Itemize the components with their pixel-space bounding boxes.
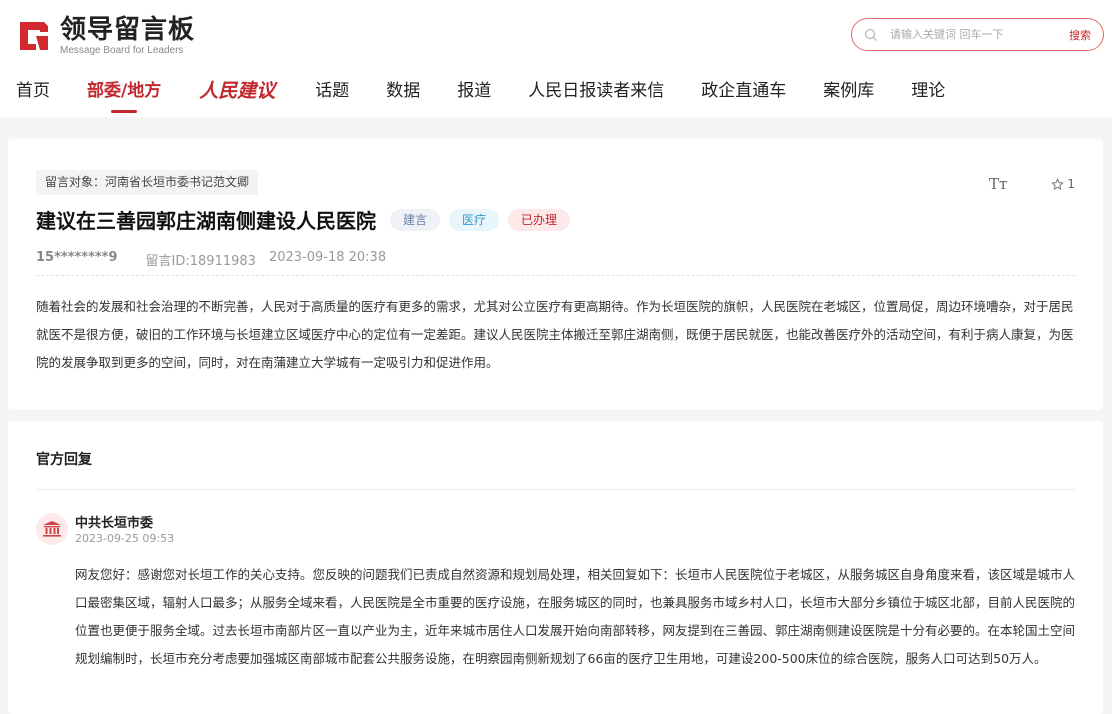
status-badge: 已办理 [508, 208, 571, 231]
search-icon[interactable] [864, 28, 878, 42]
nav-home[interactable]: 首页 [16, 72, 50, 117]
message-card: 留言对象：河南省长垣市委书记范文卿 Tт 1 建议在三善园郭庄湖南侧建设人民医院… [8, 139, 1103, 410]
divider [36, 489, 1075, 490]
message-content: 随着社会的发展和社会治理的不断完善，人民对于高质量的医疗有更多的需求，尤其对公立… [36, 299, 1074, 370]
message-meta: 15********9 留言ID:18911983 2023-09-18 20:… [36, 250, 386, 269]
reply-card: 官方回复 中共长垣市委 2023-09-25 09:53 网友您好：感谢您对长垣… [8, 421, 1103, 714]
header: 领导留言板 Message Board for Leaders 搜索 首页 部委… [0, 0, 1112, 117]
search-button[interactable]: 搜索 [1069, 27, 1091, 43]
favorite-count: 1 [1067, 177, 1075, 191]
font-size-icon[interactable]: Tт [989, 175, 1007, 193]
nav-case-library[interactable]: 案例库 [823, 72, 874, 117]
type-tag: 建言 [390, 208, 441, 231]
reply-org-name: 中共长垣市委 [75, 516, 154, 531]
reply-time: 2023-09-25 09:53 [75, 532, 175, 545]
nav-readers-letters[interactable]: 人民日报读者来信 [528, 72, 664, 117]
search-box: 搜索 [851, 18, 1104, 51]
site-logo[interactable]: 领导留言板 Message Board for Leaders [16, 16, 195, 56]
nav-theory[interactable]: 理论 [911, 72, 945, 117]
logo-subtitle: Message Board for Leaders [60, 44, 184, 56]
domain-tag: 医疗 [449, 208, 500, 231]
favorite-button[interactable]: 1 [1051, 177, 1075, 191]
nav-data[interactable]: 数据 [386, 72, 420, 117]
reply-heading: 官方回复 [36, 452, 92, 468]
message-time: 2023-09-18 20:38 [268, 250, 387, 265]
divider [36, 275, 1075, 276]
search-input[interactable] [890, 28, 1069, 41]
logo-title: 领导留言板 [60, 14, 196, 45]
message-target[interactable]: 留言对象：河南省长垣市委书记范文卿 [36, 170, 259, 195]
reply-content: 网友您好：感谢您对长垣工作的关心支持。您反映的问题我们已责成自然资源和规划局处理… [75, 567, 1076, 666]
nav-topics[interactable]: 话题 [315, 72, 349, 117]
nav-reports[interactable]: 报道 [457, 72, 491, 117]
message-tools: Tт 1 [989, 175, 1075, 193]
nav-ministries-local[interactable]: 部委/地方 [87, 72, 161, 117]
star-icon [1051, 177, 1065, 190]
main-nav: 首页 部委/地方 人民建议 话题 数据 报道 人民日报读者来信 政企直通车 案例… [0, 72, 945, 117]
message-title: 建议在三善园郭庄湖南侧建设人民医院 [36, 209, 376, 233]
nav-people-suggestion[interactable]: 人民建议 [199, 72, 275, 117]
author-name: 15********9 [36, 250, 118, 265]
government-building-icon [36, 513, 68, 545]
title-row: 建议在三善园郭庄湖南侧建设人民医院 建言 医疗 已办理 [36, 205, 579, 234]
nav-gov-enterprise[interactable]: 政企直通车 [701, 72, 786, 117]
logo-mark-icon [16, 18, 52, 54]
message-id: 留言ID:18911983 [145, 254, 256, 269]
